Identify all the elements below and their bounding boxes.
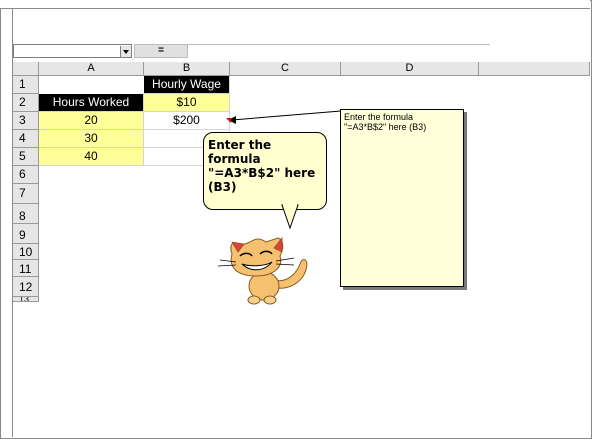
speech-bubble-tail [281, 204, 299, 230]
bubble-text: Enter the formula "=A3*B$2" here (B3) [208, 138, 316, 194]
cell-comment-box: Enter the formula "=A3*B$2" here (B3) [340, 109, 464, 287]
speech-bubble: Enter the formula "=A3*B$2" here (B3) [203, 132, 327, 210]
comment-line-2: "=A3*B$2" here (B3) [344, 122, 427, 132]
cartoon-cat-icon [217, 236, 308, 305]
comment-line-1: Enter the formula [344, 112, 414, 122]
